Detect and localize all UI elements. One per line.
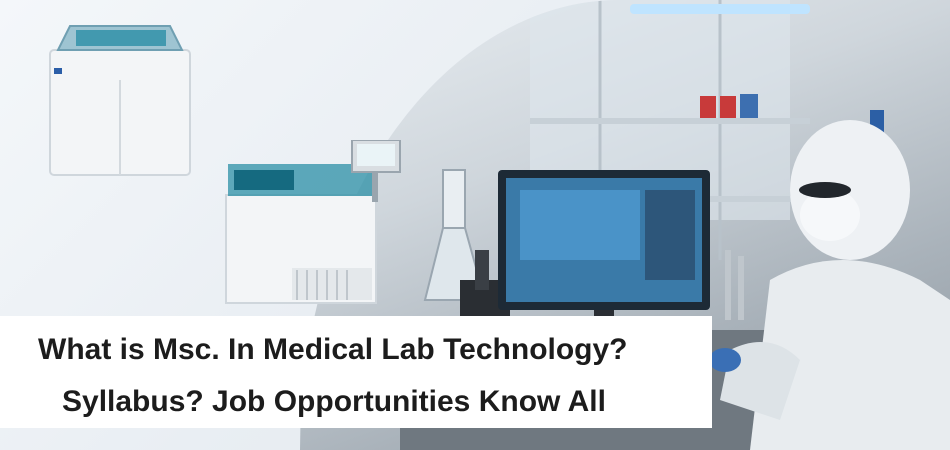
hero-banner: What is Msc. In Medical Lab Technology? … — [0, 0, 950, 450]
headline-line-2: Syllabus? Job Opportunities Know All — [62, 385, 606, 418]
lab-analyzer-small — [225, 140, 401, 304]
lab-analyzer-large — [49, 25, 191, 176]
lab-monitor — [498, 170, 710, 330]
headline-line-1: What is Msc. In Medical Lab Technology? — [38, 333, 628, 366]
